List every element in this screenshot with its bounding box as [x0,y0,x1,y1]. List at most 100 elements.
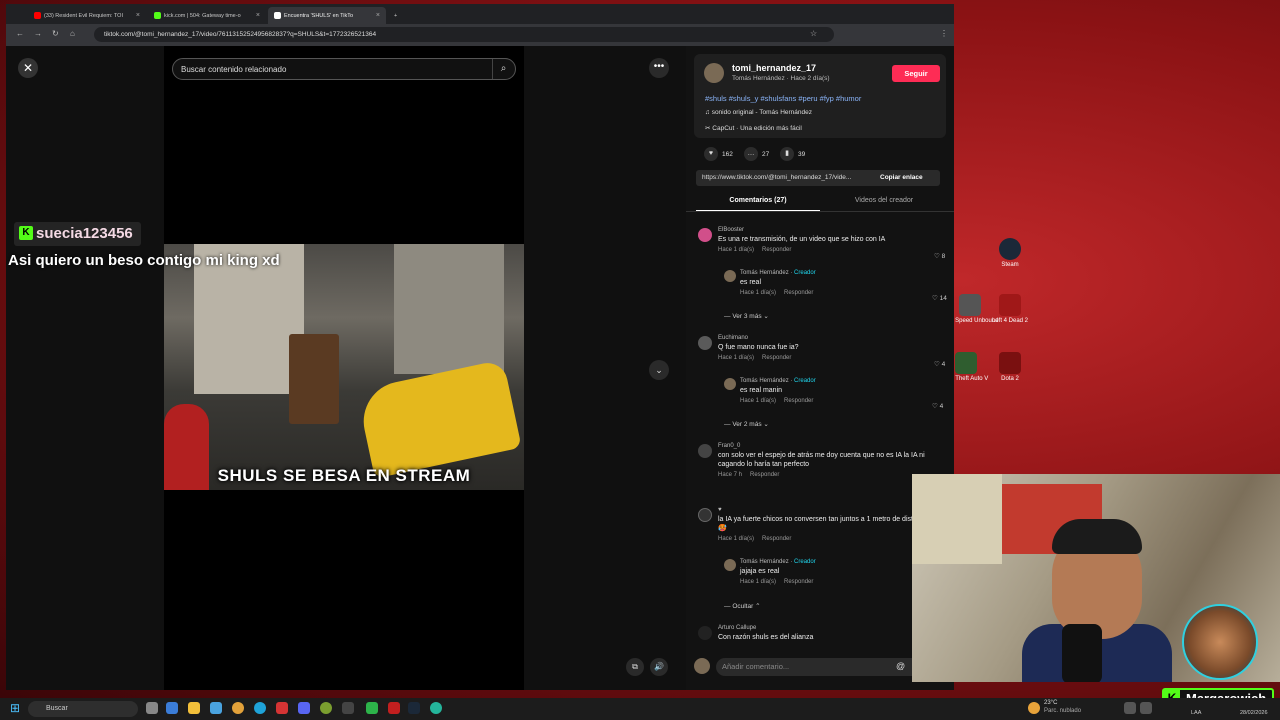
edge-icon[interactable] [254,702,266,714]
capcut-link[interactable]: ✂ CapCut · Una edición más fácil [705,124,802,132]
widgets-icon[interactable] [166,702,178,714]
reply-text: jajaja es real [740,568,780,575]
app-icon[interactable] [320,702,332,714]
sound-link[interactable]: ♫ sonido original - Tomás Hernández [705,109,812,116]
add-comment-input[interactable]: Añadir comentario... [716,658,926,676]
task-view-icon[interactable] [146,702,158,714]
save-button[interactable]: ▮ 39 [780,147,805,161]
store-icon[interactable] [210,702,222,714]
comment-user[interactable]: Euchimano [718,335,928,341]
comment-text: Es una re transmisión, de un video que s… [718,236,886,243]
follow-button[interactable]: Seguir [892,65,940,82]
my-avatar [694,658,710,674]
reply-link[interactable]: Responder [784,579,813,585]
avatar[interactable] [724,270,736,282]
reply-link[interactable]: Responder [750,472,779,478]
app-icon[interactable] [276,702,288,714]
creator-subline: Tomás Hernández · Hace 2 día(s) [732,75,830,82]
desktop-icon-l4d2[interactable]: Left 4 Dead 2 [980,294,1040,325]
comment-likes[interactable]: ♡ 4 [934,360,945,368]
reply-link[interactable]: Responder [762,355,791,361]
reply-user[interactable]: Tomás Hernández [740,559,789,565]
avatar[interactable] [724,559,736,571]
comment-user[interactable]: Arturo Callupe [718,625,928,631]
creator-avatar[interactable] [704,63,724,83]
comment-text: Con razón shuls es del alianza [718,634,814,641]
comment-button[interactable]: … 27 [744,147,769,161]
reply-likes[interactable]: ♡ 14 [932,294,947,302]
tab-youtube[interactable]: (33) Resident Evil Requiem: TOI × [28,7,146,24]
avatar[interactable] [698,444,712,458]
back-icon[interactable]: ← [16,29,24,38]
close-video-button[interactable]: ✕ [18,58,38,78]
tray-icon[interactable] [1124,702,1136,714]
avatar[interactable] [698,626,712,640]
comment-user[interactable]: Fran0_0 [718,443,928,449]
tab-comments[interactable]: Comentarios (27) [698,197,818,204]
reply-link[interactable]: Responder [762,536,791,542]
taskbar-search[interactable]: Buscar [28,701,138,717]
reply-time: Hace 1 día(s) [740,398,777,405]
tab-kick[interactable]: kick.com | 504: Gateway time-o × [148,7,266,24]
reply-link[interactable]: Responder [784,398,813,404]
comment-likes[interactable]: ♡ 8 [934,252,945,260]
comment-user[interactable]: ♥ [718,507,930,513]
reload-icon[interactable]: ↻ [52,29,59,38]
windows-start-icon[interactable]: ⊞ [10,702,22,714]
reply-user[interactable]: Tomás Hernández [740,378,789,384]
pip-button[interactable]: ⧉ [626,658,644,676]
more-options-button[interactable]: ••• [649,58,669,78]
reply-likes[interactable]: ♡ 4 [932,402,943,410]
new-tab-button[interactable]: + [388,7,403,24]
close-tab-icon[interactable]: × [256,12,260,19]
like-button[interactable]: ♥ 162 [704,147,733,161]
tab-creator-videos[interactable]: Videos del creador [824,197,944,204]
weather-temp: 23°C [1044,700,1058,706]
desktop-icon-steam[interactable]: Steam [980,238,1040,269]
desktop-icon-dota2[interactable]: Dota 2 [980,352,1040,383]
avatar[interactable] [698,336,712,350]
app-icon[interactable] [388,702,400,714]
discord-icon[interactable] [298,702,310,714]
system-date[interactable]: 28/02/2026 [1240,710,1268,716]
tab-tiktok[interactable]: Encuentra 'SHULS' en TikTo × [268,7,386,24]
reply-link[interactable]: Responder [762,247,791,253]
browser-taskbar-icon[interactable] [430,702,442,714]
close-tab-icon[interactable]: × [136,12,140,19]
reply-user[interactable]: Tomás Hernández [740,270,789,276]
volume-button[interactable]: 🔊 [650,658,668,676]
home-icon[interactable]: ⌂ [70,29,75,38]
tray-icon[interactable] [1140,702,1152,714]
chrome-icon[interactable] [232,702,244,714]
next-video-button[interactable]: ⌄ [649,360,669,380]
tiktok-page: ✕ Buscar contenido relacionado ⌕ ••• SHU… [6,46,954,690]
view-more-replies[interactable]: — Ver 3 más ⌄ [724,312,769,320]
close-tab-icon[interactable]: × [376,12,380,19]
keyboard-language[interactable]: LAA [1191,710,1201,716]
reply-time: Hace 1 día(s) [740,290,777,297]
bookmark-star-icon[interactable]: ☆ [810,29,817,38]
steam-taskbar-icon[interactable] [408,702,420,714]
forward-icon[interactable]: → [34,29,42,38]
reply-link[interactable]: Responder [784,290,813,296]
avatar[interactable] [698,508,712,522]
app-icon[interactable] [366,702,378,714]
view-more-replies[interactable]: — Ver 2 más ⌄ [724,420,769,428]
browser-menu-icon[interactable]: ⋮ [940,29,948,38]
hashtags[interactable]: #shuls #shuls_y #shulsfans #peru #fyp #h… [705,94,861,103]
video-frame[interactable]: SHULS SE BESA EN STREAM [164,244,524,490]
copy-link-button[interactable]: Copiar enlace [880,174,923,181]
file-explorer-icon[interactable] [188,702,200,714]
url-field[interactable]: tiktok.com/@tomi_hernandez_17/video/7611… [94,27,834,42]
creator-username[interactable]: tomi_hernandez_17 [732,63,816,73]
comment-user[interactable]: ElBooster [718,227,928,233]
avatar[interactable] [724,378,736,390]
avatar[interactable] [698,228,712,242]
obs-icon[interactable] [342,702,354,714]
hide-replies[interactable]: — Ocultar ⌃ [724,602,761,610]
related-search-input[interactable]: Buscar contenido relacionado [172,58,516,80]
mention-icon[interactable]: @ [896,661,905,671]
share-link-text[interactable]: https://www.tiktok.com/@tomi_hernandez_1… [702,174,851,181]
search-icon[interactable]: ⌕ [492,59,514,79]
comment-item: Fran0_0 con solo ver el espejo de atrás … [718,443,928,478]
